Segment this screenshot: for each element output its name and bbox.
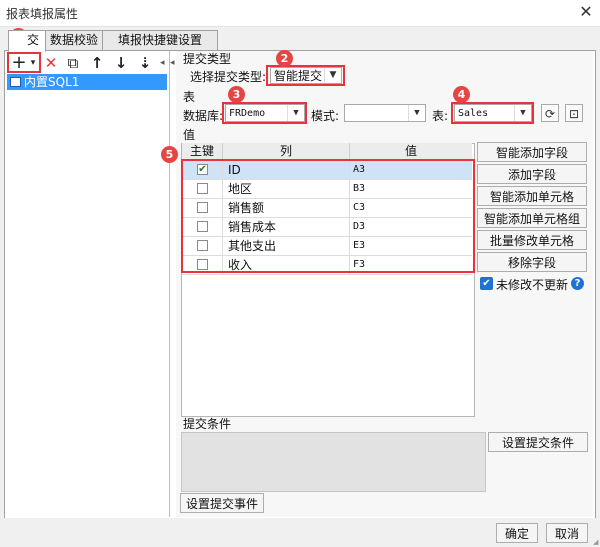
move-up-icon[interactable]: ↑	[88, 54, 106, 72]
table-select[interactable]: Sales ▼	[454, 104, 532, 122]
chevron-down-icon: ▼	[408, 105, 425, 121]
tab-label: 填报快捷键设置	[117, 33, 202, 47]
mode-select[interactable]: ▼	[344, 104, 426, 122]
step-badge-2: 2	[276, 50, 293, 67]
preview-table-icon[interactable]: ⊡	[565, 104, 583, 122]
refresh-icon[interactable]: ⟳	[541, 104, 559, 122]
resize-grip-icon[interactable]: ◢	[593, 538, 598, 546]
tab-data-validation[interactable]: 数据校验	[45, 30, 103, 51]
tab-label: 数据校验	[49, 33, 98, 47]
cancel-button[interactable]: 取消	[546, 523, 588, 543]
list-item[interactable]: 内置SQL1	[7, 74, 167, 90]
copy-icon[interactable]: ⧉	[64, 54, 82, 72]
sort-icon[interactable]: ⇣	[136, 54, 154, 72]
list-item-label: 内置SQL1	[24, 75, 80, 89]
step-badge-4: 4	[453, 86, 470, 103]
ok-button[interactable]: 确定	[496, 523, 538, 543]
step-badge-5: 5	[161, 146, 178, 163]
database-value: FRDemo	[229, 108, 266, 119]
splitter-arrow-icon[interactable]: ◂	[170, 58, 175, 68]
delete-icon[interactable]: ✕	[42, 54, 60, 72]
condition-section-title: 提交条件	[183, 417, 232, 431]
table-label: 表:	[432, 109, 449, 123]
values-section-title: 值	[183, 128, 196, 142]
title-bar: 报表填报属性 ✕	[0, 0, 600, 27]
tab-shortcut-settings[interactable]: 填报快捷键设置	[102, 30, 218, 51]
database-label: 数据库:	[183, 109, 224, 123]
step-badge-3: 3	[228, 86, 245, 103]
smart-add-cell-group-button[interactable]: 智能添加单元格组	[477, 208, 587, 228]
submit-type-value: 智能提交	[274, 69, 323, 83]
add-dropdown-icon[interactable]: ▾	[28, 54, 38, 72]
submit-type-label: 选择提交类型:	[190, 70, 267, 84]
smart-add-cell-button[interactable]: 智能添加单元格	[477, 186, 587, 206]
condition-area	[181, 432, 486, 492]
no-update-checkbox[interactable]: ✔	[480, 277, 493, 290]
sql-icon	[10, 77, 21, 87]
chevron-down-icon: ▼	[514, 105, 531, 121]
smart-add-field-button[interactable]: 智能添加字段	[477, 142, 587, 162]
collapse-icon[interactable]: ◂	[160, 58, 168, 68]
help-icon[interactable]: ?	[571, 277, 584, 290]
submit-list-panel	[5, 51, 170, 517]
set-submit-event-button[interactable]: 设置提交事件	[180, 493, 264, 513]
rows-highlight	[181, 159, 475, 273]
database-select[interactable]: FRDemo ▼	[225, 104, 305, 122]
window-title: 报表填报属性	[6, 7, 79, 21]
submit-type-section-title: 提交类型	[183, 52, 232, 66]
add-icon[interactable]: +	[9, 54, 29, 72]
mode-label: 模式:	[311, 109, 340, 123]
chevron-down-icon: ▼	[287, 105, 304, 121]
chevron-down-icon: ▼	[324, 68, 341, 83]
no-update-label: 未修改不更新	[496, 278, 569, 292]
batch-modify-cells-button[interactable]: 批量修改单元格	[477, 230, 587, 250]
add-field-button[interactable]: 添加字段	[477, 164, 587, 184]
table-section-title: 表	[183, 90, 196, 104]
tab-submit-label: 交	[26, 33, 39, 47]
move-down-icon[interactable]: ↓	[112, 54, 130, 72]
remove-field-button[interactable]: 移除字段	[477, 252, 587, 272]
close-icon[interactable]: ✕	[576, 2, 596, 22]
submit-type-select[interactable]: 智能提交 ▼	[270, 67, 342, 84]
set-condition-button[interactable]: 设置提交条件	[488, 432, 588, 452]
table-value: Sales	[458, 108, 489, 119]
tab-submit[interactable]: 交	[8, 30, 46, 52]
